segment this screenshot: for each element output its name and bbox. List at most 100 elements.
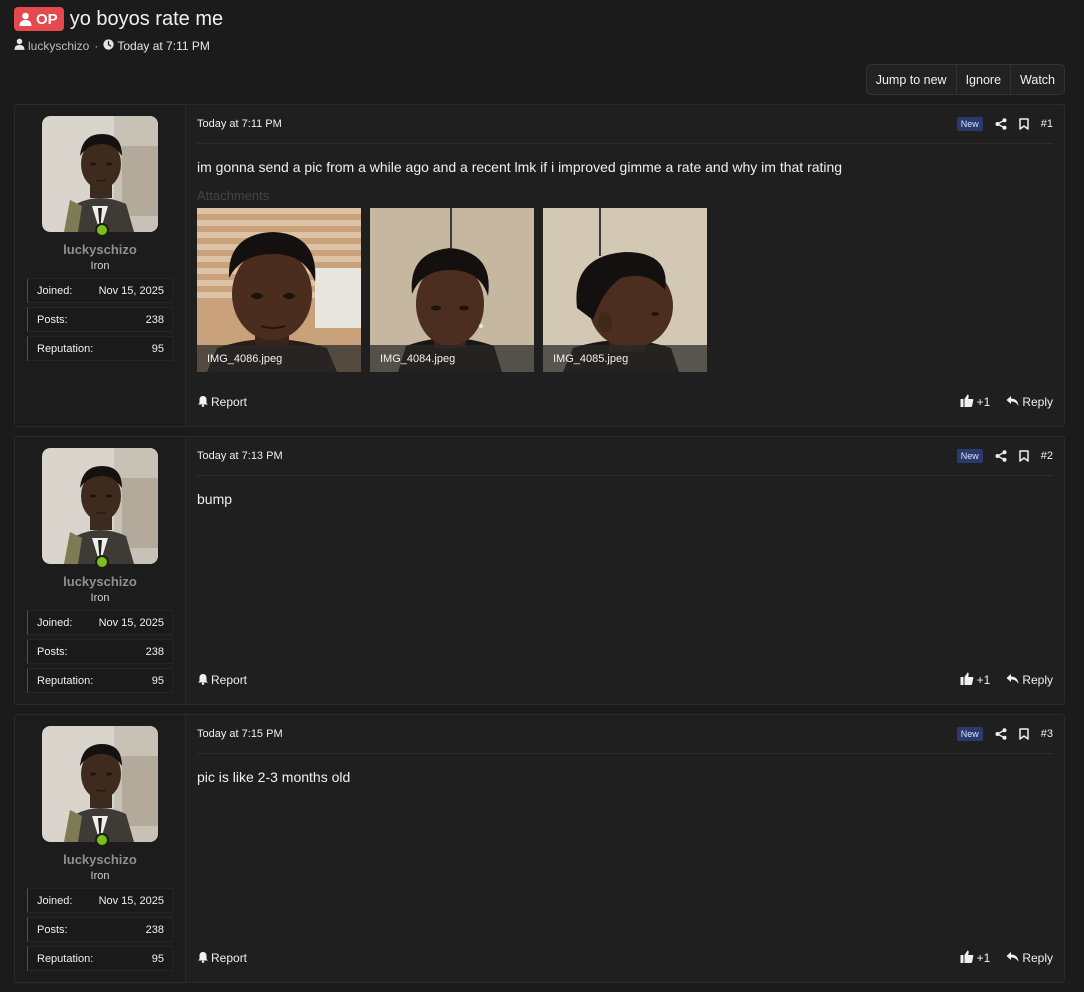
report-button[interactable]: Report: [197, 951, 247, 966]
username[interactable]: luckyschizo: [15, 852, 185, 867]
post-body: pic is like 2-3 months old: [197, 769, 351, 785]
post-footer: Report +1 Reply: [197, 671, 1053, 689]
stat-label: Joined:: [37, 894, 73, 907]
post-footer: Report +1 Reply: [197, 949, 1053, 967]
attachment-filename: IMG_4084.jpeg: [370, 345, 534, 372]
post-date[interactable]: Today at 7:13 PM: [197, 450, 283, 462]
bookmark-icon[interactable]: [1019, 118, 1029, 130]
user-info: luckyschizo Iron Joined: Nov 15, 2025 Pos…: [15, 105, 186, 426]
reply-label: Reply: [1022, 951, 1053, 965]
new-badge: New: [956, 449, 983, 463]
share-icon[interactable]: [995, 728, 1007, 740]
watch-button[interactable]: Watch: [1010, 65, 1064, 94]
reply-icon: [1006, 673, 1019, 688]
meta-separator: ·: [94, 38, 99, 53]
stat-joined: Joined: Nov 15, 2025: [27, 278, 173, 303]
thread-meta: luckyschizo · Today at 7:11 PM: [14, 38, 210, 53]
user-title: Iron: [90, 260, 110, 272]
reply-icon: [1006, 951, 1019, 966]
avatar[interactable]: [42, 116, 158, 237]
post-3: luckyschizo Iron Joined: Nov 15, 2025 Pos…: [14, 714, 1065, 983]
report-button[interactable]: Report: [197, 395, 247, 410]
post-2: luckyschizo Iron Joined: Nov 15, 2025 Pos…: [14, 436, 1065, 705]
thumbs-up-icon: [960, 394, 974, 410]
stat-value: 95: [151, 952, 164, 965]
share-icon[interactable]: [995, 450, 1007, 462]
report-label: Report: [211, 395, 248, 409]
stat-reputation: Reputation: 95: [27, 336, 173, 361]
post-footer: Report +1 Reply: [197, 393, 1053, 411]
stat-label: Reputation:: [37, 342, 94, 355]
username[interactable]: luckyschizo: [15, 574, 185, 589]
attachment-filename: IMG_4086.jpeg: [197, 345, 361, 372]
reply-button[interactable]: Reply: [1006, 395, 1053, 410]
stat-label: Posts:: [37, 313, 68, 326]
post-header: Today at 7:11 PM New #1: [197, 105, 1053, 144]
user-info: luckyschizo Iron Joined: Nov 15, 2025 Pos…: [15, 715, 186, 982]
stat-value: 238: [145, 313, 164, 326]
reply-label: Reply: [1022, 673, 1053, 687]
post-body: im gonna send a pic from a while ago and…: [197, 159, 843, 175]
op-badge: OP: [14, 7, 64, 31]
thread-page: OP yo boyos rate me luckyschizo · Today …: [0, 0, 1084, 992]
online-status-indicator: [95, 555, 109, 569]
user-stats: Joined: Nov 15, 2025 Posts: 238 Reputation…: [27, 610, 173, 693]
thread-author-link[interactable]: luckyschizo: [28, 39, 89, 53]
avatar[interactable]: [42, 726, 158, 847]
avatar[interactable]: [42, 448, 158, 569]
post-date[interactable]: Today at 7:15 PM: [197, 728, 283, 740]
reply-icon: [1006, 395, 1019, 410]
reply-button[interactable]: Reply: [1006, 673, 1053, 688]
ignore-button[interactable]: Ignore: [955, 65, 1010, 94]
post-number-link[interactable]: #2: [1041, 450, 1053, 462]
post-1: luckyschizo Iron Joined: Nov 15, 2025 Pos…: [14, 104, 1065, 427]
attachment-thumbnail[interactable]: IMG_4084.jpeg: [370, 208, 534, 372]
post-header: Today at 7:13 PM New #2: [197, 437, 1053, 476]
stat-value: 95: [151, 342, 164, 355]
post-header: Today at 7:15 PM New #3: [197, 715, 1053, 754]
bookmark-icon[interactable]: [1019, 450, 1029, 462]
op-label: OP: [36, 10, 58, 28]
clock-icon: [103, 38, 114, 53]
attachment-thumbnail[interactable]: IMG_4085.jpeg: [543, 208, 707, 372]
attachments-label: Attachments: [197, 188, 270, 203]
thread-actions: Jump to new Ignore Watch: [865, 64, 1065, 95]
like-button[interactable]: +1: [960, 672, 991, 688]
bookmark-icon[interactable]: [1019, 728, 1029, 740]
attachments-list: IMG_4086.jpeg IMG_4084.jpeg IMG_4085.jpe…: [197, 208, 1053, 372]
attachment-filename: IMG_4085.jpeg: [543, 345, 707, 372]
jump-to-new-button[interactable]: Jump to new: [867, 65, 956, 94]
like-label: +1: [976, 673, 991, 687]
new-badge: New: [956, 727, 983, 741]
online-status-indicator: [95, 223, 109, 237]
stat-value: Nov 15, 2025: [98, 284, 164, 297]
username[interactable]: luckyschizo: [15, 242, 185, 257]
online-status-indicator: [95, 833, 109, 847]
post-number-link[interactable]: #3: [1041, 728, 1053, 740]
stat-label: Reputation:: [37, 952, 94, 965]
stat-label: Joined:: [37, 284, 73, 297]
stat-value: 238: [145, 923, 164, 936]
post-body: bump: [197, 491, 233, 507]
reply-label: Reply: [1022, 395, 1053, 409]
stat-label: Posts:: [37, 923, 68, 936]
share-icon[interactable]: [995, 118, 1007, 130]
post-date[interactable]: Today at 7:11 PM: [197, 118, 282, 130]
report-button[interactable]: Report: [197, 673, 247, 688]
user-icon: [19, 12, 32, 26]
stat-joined: Joined: Nov 15, 2025: [27, 888, 173, 913]
post-number-link[interactable]: #1: [1041, 118, 1053, 130]
stat-reputation: Reputation: 95: [27, 668, 173, 693]
thread-time[interactable]: Today at 7:11 PM: [117, 39, 210, 53]
post-content: Today at 7:11 PM New #1 im gonna send a …: [186, 105, 1064, 426]
stat-posts: Posts: 238: [27, 639, 173, 664]
attachment-thumbnail[interactable]: IMG_4086.jpeg: [197, 208, 361, 372]
report-label: Report: [211, 951, 248, 965]
like-button[interactable]: +1: [960, 950, 991, 966]
like-button[interactable]: +1: [960, 394, 990, 410]
stat-value: 95: [151, 674, 164, 687]
like-label: +1: [976, 951, 991, 965]
user-stats: Joined: Nov 15, 2025 Posts: 238 Reputation…: [27, 888, 173, 971]
stat-joined: Joined: Nov 15, 2025: [27, 610, 173, 635]
reply-button[interactable]: Reply: [1006, 951, 1053, 966]
